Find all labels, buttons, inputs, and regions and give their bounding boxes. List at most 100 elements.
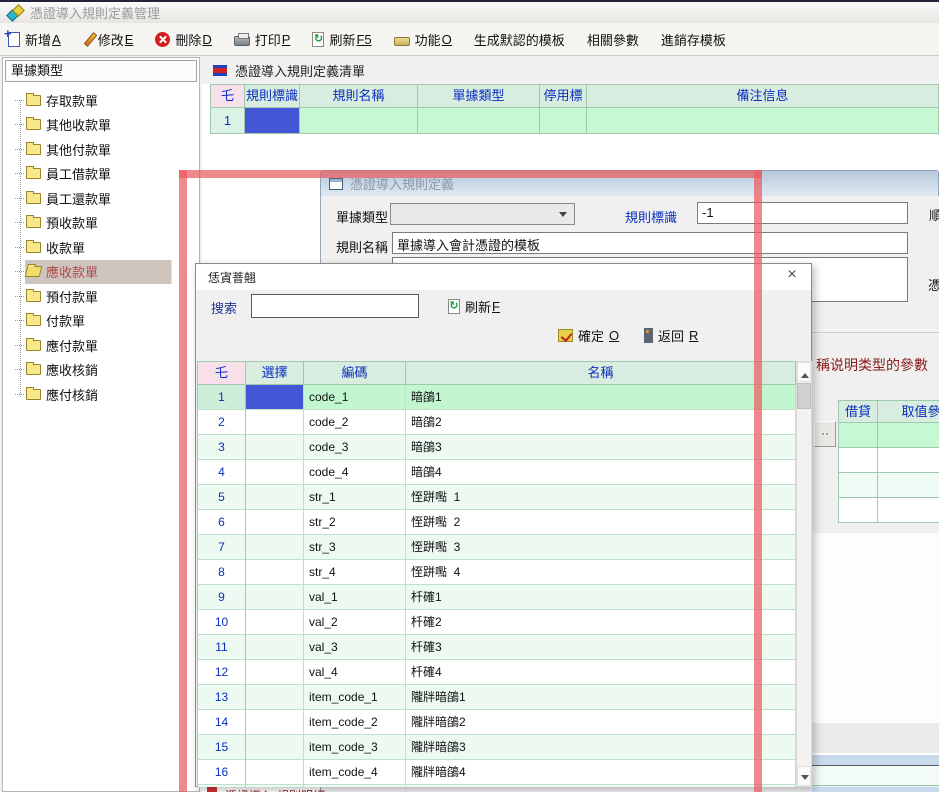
param-cell-value[interactable] xyxy=(878,473,939,498)
name-cell[interactable]: 隴牉暗鵮4 xyxy=(406,760,796,785)
ellipsis-button[interactable]: ·· xyxy=(814,421,836,447)
param-cell-debit[interactable] xyxy=(838,498,878,523)
tree-item-0[interactable]: 存取款單 xyxy=(3,88,199,113)
popup-row-9[interactable]: 9val_1杄確1 xyxy=(197,585,796,610)
select-cell[interactable] xyxy=(246,485,304,510)
tree-item-2[interactable]: 其他付款單 xyxy=(3,137,199,162)
popup-row-11[interactable]: 11val_3杄確3 xyxy=(197,635,796,660)
popup-row-5[interactable]: 5str_1恎跰嚸 1 xyxy=(197,485,796,510)
name-cell[interactable]: 恎跰嚸 2 xyxy=(406,510,796,535)
select-cell[interactable] xyxy=(246,610,304,635)
list-cell-2[interactable] xyxy=(300,108,418,134)
select-cell[interactable] xyxy=(246,635,304,660)
popup-row-17[interactable]: 17item_str_1隴牉恎跰嚸 1 xyxy=(197,785,796,787)
name-cell[interactable]: 隴牉暗鵮2 xyxy=(406,710,796,735)
name-cell[interactable]: 杄確3 xyxy=(406,635,796,660)
toolbar-edit-button[interactable]: 修改E xyxy=(83,30,134,49)
name-cell[interactable]: 隴牉恎跰嚸 1 xyxy=(406,785,796,787)
name-cell[interactable]: 隴牉暗鵮3 xyxy=(406,735,796,760)
param-cell-debit[interactable] xyxy=(838,473,878,498)
popup-row-13[interactable]: 13item_code_1隴牉暗鵮1 xyxy=(197,685,796,710)
select-cell[interactable] xyxy=(246,735,304,760)
toolbar-related-params-button[interactable]: 相關參數 xyxy=(587,30,639,49)
popup-refresh-button[interactable]: 刷新F xyxy=(448,297,500,316)
param-cell-value[interactable] xyxy=(878,498,939,523)
list-col-1[interactable]: 規則標識 xyxy=(245,84,300,108)
popup-row-8[interactable]: 8str_4恎跰嚸 4 xyxy=(197,560,796,585)
tree-item-3[interactable]: 員工借款單 xyxy=(3,162,199,187)
popup-row-10[interactable]: 10val_2杄確2 xyxy=(197,610,796,635)
list-col-0[interactable]: 乇 xyxy=(210,84,245,108)
list-cell-1[interactable] xyxy=(245,108,300,134)
select-cell[interactable] xyxy=(246,385,304,410)
scroll-down-icon[interactable] xyxy=(797,766,811,786)
name-cell[interactable]: 杄確4 xyxy=(406,660,796,685)
select-cell[interactable] xyxy=(246,560,304,585)
select-cell[interactable] xyxy=(246,585,304,610)
code-cell[interactable]: code_3 xyxy=(304,435,406,460)
name-cell[interactable]: 暗鵮3 xyxy=(406,435,796,460)
code-cell[interactable]: str_2 xyxy=(304,510,406,535)
param-row-1[interactable] xyxy=(838,448,939,473)
toolbar-function-button[interactable]: 功能O xyxy=(394,30,452,49)
select-cell[interactable] xyxy=(246,660,304,685)
name-cell[interactable]: 暗鵮1 xyxy=(406,385,796,410)
code-cell[interactable]: code_4 xyxy=(304,460,406,485)
name-cell[interactable]: 暗鵮2 xyxy=(406,410,796,435)
code-cell[interactable]: val_4 xyxy=(304,660,406,685)
popup-col-3[interactable]: 名稱 xyxy=(406,361,796,385)
param-row-2[interactable] xyxy=(838,473,939,498)
param-row-0[interactable] xyxy=(838,423,939,448)
param-cell-value[interactable] xyxy=(878,448,939,473)
tree-item-4[interactable]: 員工還款單 xyxy=(3,186,199,211)
back-button[interactable]: 返回R xyxy=(644,326,698,345)
list-row[interactable]: 1 xyxy=(210,108,939,134)
name-cell[interactable]: 杄確1 xyxy=(406,585,796,610)
code-cell[interactable]: item_str_1 xyxy=(304,785,406,787)
popup-row-2[interactable]: 2code_2暗鵮2 xyxy=(197,410,796,435)
code-cell[interactable]: str_3 xyxy=(304,535,406,560)
list-col-2[interactable]: 規則名稱 xyxy=(300,84,418,108)
tree-item-1[interactable]: 其他收款單 xyxy=(3,113,199,138)
select-cell[interactable] xyxy=(246,760,304,785)
name-cell[interactable]: 杄確2 xyxy=(406,610,796,635)
popup-row-3[interactable]: 3code_3暗鵮3 xyxy=(197,435,796,460)
param-cell-debit[interactable] xyxy=(838,423,878,448)
rule-name-field[interactable]: 單據導入會計憑證的模板 xyxy=(392,232,908,254)
name-cell[interactable]: 暗鵮4 xyxy=(406,460,796,485)
select-cell[interactable] xyxy=(246,710,304,735)
code-cell[interactable]: item_code_3 xyxy=(304,735,406,760)
name-cell[interactable]: 恎跰嚸 1 xyxy=(406,485,796,510)
code-cell[interactable]: str_4 xyxy=(304,560,406,585)
popup-scrollbar[interactable] xyxy=(796,361,812,787)
ok-button[interactable]: 確定O xyxy=(558,326,619,345)
scroll-up-icon[interactable] xyxy=(797,362,811,382)
code-cell[interactable]: code_1 xyxy=(304,385,406,410)
toolbar-inventory-template-button[interactable]: 進銷存模板 xyxy=(661,30,726,49)
rule-id-field[interactable]: -1 xyxy=(697,202,908,224)
tree-item-8[interactable]: 預付款單 xyxy=(3,284,199,309)
search-input[interactable] xyxy=(251,294,419,318)
name-cell[interactable]: 隴牉暗鵮1 xyxy=(406,685,796,710)
code-cell[interactable]: item_code_4 xyxy=(304,760,406,785)
code-cell[interactable]: item_code_1 xyxy=(304,685,406,710)
popup-row-15[interactable]: 15item_code_3隴牉暗鵮3 xyxy=(197,735,796,760)
popup-col-1[interactable]: 選擇 xyxy=(246,361,304,385)
toolbar-delete-button[interactable]: 刪除D xyxy=(155,30,211,49)
name-cell[interactable]: 恎跰嚸 4 xyxy=(406,560,796,585)
select-cell[interactable] xyxy=(246,460,304,485)
toolbar-refresh-button[interactable]: 刷新F5 xyxy=(312,30,371,49)
popup-row-14[interactable]: 14item_code_2隴牉暗鵮2 xyxy=(197,710,796,735)
tree-item-5[interactable]: 預收款單 xyxy=(3,211,199,236)
toolbar-add-button[interactable]: 新增A xyxy=(8,30,61,49)
param-cell-value[interactable] xyxy=(878,423,939,448)
popup-row-4[interactable]: 4code_4暗鵮4 xyxy=(197,460,796,485)
param-col-value-param[interactable]: 取值參數 xyxy=(878,400,939,423)
select-cell[interactable] xyxy=(246,785,304,787)
toolbar-print-button[interactable]: 打印P xyxy=(234,30,291,49)
tree-item-9[interactable]: 付款單 xyxy=(3,309,199,334)
doc-type-combobox[interactable] xyxy=(390,203,575,225)
close-icon[interactable]: × xyxy=(783,266,801,284)
tree-item-10[interactable]: 應付款單 xyxy=(3,333,199,358)
popup-row-6[interactable]: 6str_2恎跰嚸 2 xyxy=(197,510,796,535)
